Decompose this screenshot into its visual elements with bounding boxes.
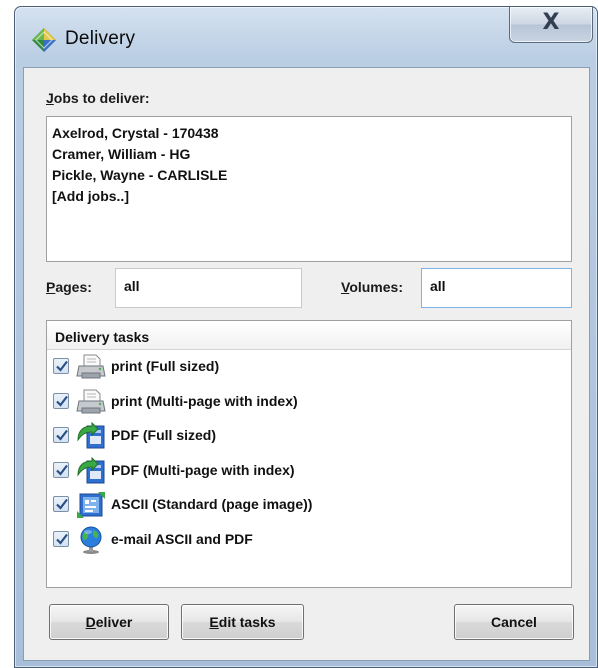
task-row[interactable]: e-mail ASCII and PDF xyxy=(47,523,571,558)
task-checkbox[interactable] xyxy=(53,461,69,478)
checkmark-icon xyxy=(56,429,68,441)
list-item[interactable]: Axelrod, Crystal - 170438 xyxy=(52,123,566,144)
pages-label: Pages: xyxy=(46,279,92,295)
add-jobs-item[interactable]: [Add jobs..] xyxy=(52,186,566,207)
task-label: print (Multi-page with index) xyxy=(111,392,298,409)
close-button[interactable]: X xyxy=(509,7,593,43)
tasks-header: Delivery tasks xyxy=(47,321,571,350)
checkmark-icon xyxy=(56,464,68,476)
volumes-input[interactable]: all xyxy=(421,268,572,308)
title-bar[interactable]: Delivery X xyxy=(15,7,597,67)
task-checkbox[interactable] xyxy=(53,427,69,443)
task-checkbox[interactable] xyxy=(53,392,69,409)
window-title: Delivery xyxy=(65,28,136,49)
checkmark-icon xyxy=(56,395,68,407)
globe-icon xyxy=(80,526,102,554)
task-row[interactable]: PDF (Multi-page with index) xyxy=(47,454,571,489)
task-row[interactable]: ASCII (Standard (page image)) xyxy=(47,488,571,523)
jobs-label: Jobs to deliver: xyxy=(46,90,150,106)
volumes-label: Volumes: xyxy=(341,279,403,295)
list-item[interactable]: Cramer, William - HG xyxy=(52,144,566,165)
task-label: PDF (Full sized) xyxy=(111,427,216,443)
dialog-body: Jobs to deliver: Axelrod, Crystal - 1704… xyxy=(23,67,590,661)
task-label: e-mail ASCII and PDF xyxy=(111,530,253,547)
delivery-tasks-list: Delivery tasks print (Full sized) print … xyxy=(46,320,572,588)
task-checkbox[interactable] xyxy=(53,496,69,512)
jobs-list[interactable]: Axelrod, Crystal - 170438 Cramer, Willia… xyxy=(46,116,572,262)
close-icon: X xyxy=(542,10,560,35)
printer-icon xyxy=(76,389,106,413)
task-row[interactable]: print (Multi-page with index) xyxy=(47,385,571,420)
task-label: PDF (Multi-page with index) xyxy=(111,461,295,478)
printer-icon xyxy=(76,354,106,379)
edit-tasks-button[interactable]: Edit tasks xyxy=(181,604,304,640)
checkmark-icon xyxy=(56,533,68,545)
pdf-export-icon xyxy=(77,456,105,483)
task-label: print (Full sized) xyxy=(111,358,220,374)
diamond-app-icon xyxy=(32,28,56,52)
task-row[interactable]: print (Full sized) xyxy=(47,350,571,385)
delivery-window: Delivery X Jobs to deliver: Axelrod, Cry… xyxy=(14,6,598,668)
ascii-export-icon xyxy=(77,492,105,518)
checkmark-icon xyxy=(56,498,68,510)
pages-input[interactable]: all xyxy=(115,268,302,308)
task-row[interactable]: PDF (Full sized) xyxy=(47,419,571,454)
cancel-button[interactable]: Cancel xyxy=(454,604,574,640)
task-checkbox[interactable] xyxy=(53,530,69,547)
checkmark-icon xyxy=(56,360,68,372)
deliver-button[interactable]: Deliver xyxy=(49,604,169,640)
task-label: ASCII (Standard (page image)) xyxy=(111,496,313,512)
task-checkbox[interactable] xyxy=(53,358,69,374)
pdf-export-icon xyxy=(77,422,105,449)
list-item[interactable]: Pickle, Wayne - CARLISLE xyxy=(52,165,566,186)
